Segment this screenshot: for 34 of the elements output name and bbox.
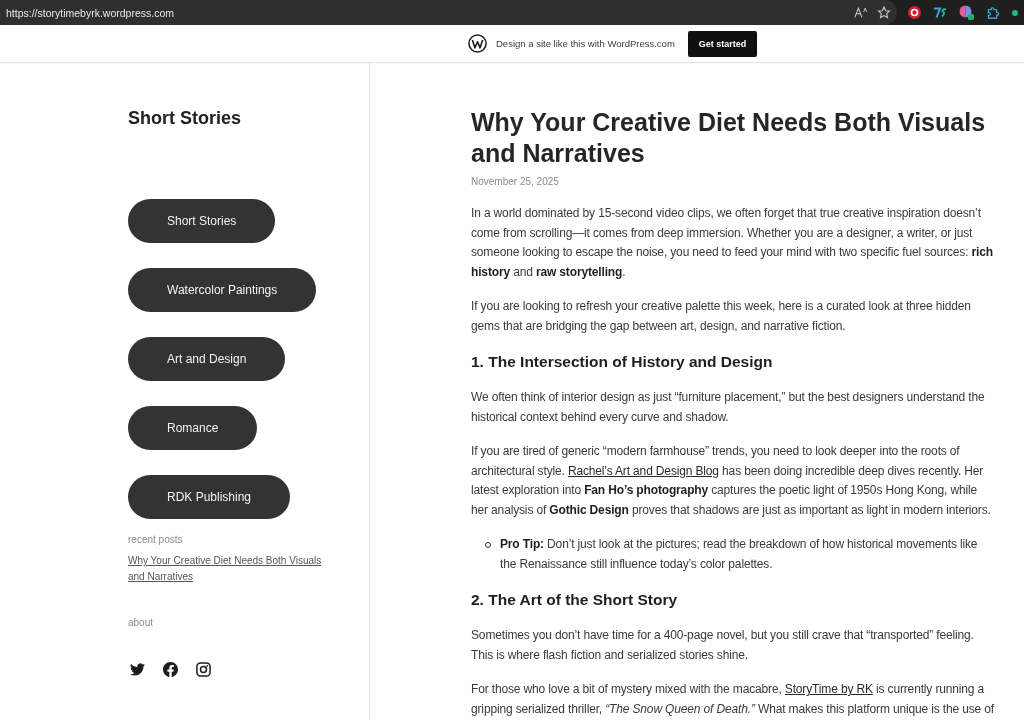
- nav-button[interactable]: Watercolor Paintings: [128, 268, 317, 312]
- bird-icon[interactable]: [130, 662, 145, 677]
- widget-heading: about: [128, 616, 154, 630]
- paragraph: For those who love a bit of mystery mixed with the macabre, StoryTime by RK is currently running a gripping serialized thriller, “The Snow Queen of Death.” What makes this platform unique is the use of: [471, 681, 995, 718]
- site-title[interactable]: Short Stories: [128, 107, 242, 129]
- text-link[interactable]: Rachel’s Art and Design Blog: [567, 463, 719, 478]
- text-link[interactable]: StoryTime by RK: [784, 682, 873, 696]
- puzzle-icon[interactable]: [986, 6, 1000, 19]
- paragraph: If you are tired of generic “modern farmhouse” trends, you need to look deeper into the roots of architectural style. Rachel’s Art and Design Blog has been doing incredible deep dives recently. Her latest exploration into Fan Ho’s photography captures the poetic light of 1950s Hong Kong, while her analysis of Gothic Design proves that shadows are just as important as light in modern interiors.: [471, 443, 992, 519]
- post-title: Why Your Creative Diet Needs Both Visuals and Narratives: [471, 107, 987, 169]
- camera-icon[interactable]: [196, 662, 211, 677]
- read-aloud-icon[interactable]: [854, 6, 868, 19]
- extension-icon[interactable]: [908, 6, 921, 19]
- widget-heading: recent posts: [128, 533, 183, 547]
- nav-button[interactable]: Romance: [128, 406, 258, 450]
- paragraph: We often think of interior design as just “furniture placement,” but the best designers understand the historical context behind every curve and shadow.: [471, 389, 986, 426]
- nav-button[interactable]: Art and Design: [128, 337, 286, 381]
- avatar-icon[interactable]: [959, 5, 974, 20]
- nav-button[interactable]: Short Stories: [128, 199, 276, 243]
- promo-text: Design a site like this with WordPress.com: [496, 38, 675, 49]
- list-item-text: Pro Tip: Don’t just look at the pictures; read the breakdown of how historical movements like the Renaissance still influence today’s color palettes.: [500, 536, 979, 573]
- post-date: November 25, 2025: [471, 175, 560, 189]
- extension-icon[interactable]: [933, 6, 947, 19]
- logo-icon[interactable]: [468, 34, 487, 53]
- recent-post-link[interactable]: Why Your Creative Diet Needs Both Visuals and Narratives: [128, 553, 328, 585]
- paragraph: In a world dominated by 15-second video clips, we often forget that true creative inspiration doesn’t come from scrolling—it comes from deep immersion. Whether you are a designer, a writer, or just someone looking to escape the noise, you need to feed your mind with two specific fuel sources: rich history and raw storytelling.: [471, 205, 994, 281]
- section-heading: 1. The Intersection of History and Design: [471, 352, 774, 372]
- nav-button[interactable]: RDK Publishing: [128, 475, 291, 519]
- paragraph: If you are looking to refresh your creative palette this week, here is a curated look at three hidden gems that are bridging the gap between art, design, and narrative fiction.: [471, 298, 972, 335]
- section-heading: 2. The Art of the Short Story: [471, 590, 679, 610]
- paragraph: Sometimes you don’t have time for a 400-page novel, but you still crave that “transported” feeling. This is where flash fiction and serialized stories shine.: [471, 627, 975, 664]
- star-icon[interactable]: [877, 6, 891, 19]
- status-dot-icon: [1012, 9, 1018, 16]
- get-started-button[interactable]: Get started: [687, 30, 758, 57]
